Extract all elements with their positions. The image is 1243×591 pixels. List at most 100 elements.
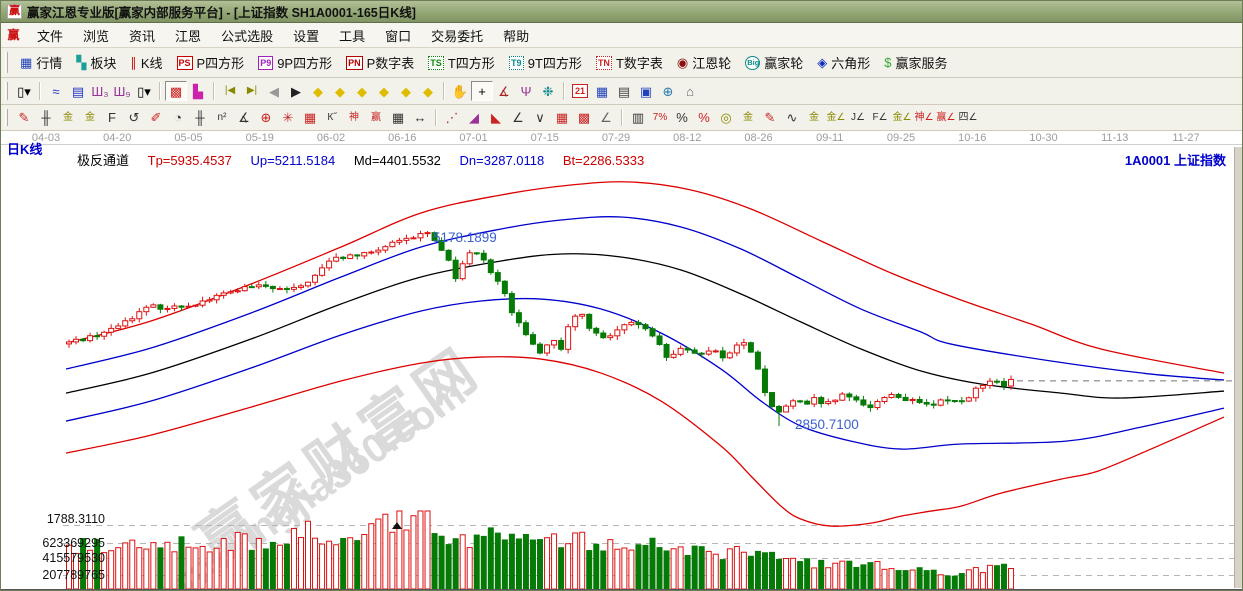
pattern-mark-button[interactable]: ▩	[165, 81, 187, 101]
gold-angle-button[interactable]: 金∠	[825, 108, 847, 128]
spiral-button[interactable]: ↺	[123, 108, 145, 128]
gold-ladder-2-button[interactable]: 金	[79, 108, 101, 128]
pencil-red-button[interactable]: ✎	[759, 108, 781, 128]
diamond-right-button[interactable]: ◆	[329, 81, 351, 101]
n-square-button[interactable]: n²	[211, 108, 233, 128]
toolbar-kline[interactable]: ∥K线	[123, 53, 169, 72]
f-ladder-button[interactable]: F	[101, 108, 123, 128]
knife-red-button[interactable]: ✐	[145, 108, 167, 128]
diamond-hsplit-button[interactable]: ◆	[351, 81, 373, 101]
toolbar-quotes[interactable]: ▦行情	[13, 53, 69, 72]
toolbar-t-table[interactable]: TNT数字表	[589, 53, 670, 72]
percent-bars-button[interactable]: ▥	[627, 108, 649, 128]
chart-area[interactable]: 赢家财富网www.yingjia360.com04-0304-2005-0505…	[1, 131, 1242, 591]
menu-trading[interactable]: 交易委托	[421, 24, 493, 47]
toolbar-p-table[interactable]: PNP数字表	[339, 53, 421, 72]
toolbar-sectors[interactable]: ▚板块	[69, 53, 123, 72]
calendar-button[interactable]: 21	[569, 81, 591, 101]
toolbar-t-square-label: T四方形	[448, 53, 495, 72]
ying-angle-button[interactable]: 赢∠	[935, 108, 957, 128]
web-sync-button[interactable]: ⊕	[657, 81, 679, 101]
ladder-button[interactable]: ╫	[35, 108, 57, 128]
ruler-ticks-button[interactable]: ╫	[189, 108, 211, 128]
menu-gann[interactable]: 江恩	[165, 24, 211, 47]
brush-red-button[interactable]: ✎	[13, 108, 35, 128]
save-button[interactable]: ▣	[635, 81, 657, 101]
remote-pc-button[interactable]: ⌂	[679, 81, 701, 101]
angle-ruler-button[interactable]: ∡	[233, 108, 255, 128]
cloud-tool-button[interactable]: ❉	[537, 81, 559, 101]
info-note-button[interactable]: ▤	[67, 81, 89, 101]
shen-angle-button[interactable]: 神∠	[913, 108, 935, 128]
angle-measure-button[interactable]: ∡	[493, 81, 515, 101]
target-red-button[interactable]: ⊕	[255, 108, 277, 128]
notepad-button[interactable]: ▤	[613, 81, 635, 101]
menu-formula-select[interactable]: 公式选股	[211, 24, 283, 47]
bars-3-button[interactable]: Ш₃	[89, 81, 111, 101]
menu-window[interactable]: 窗口	[375, 24, 421, 47]
toolbar-gann-wheel[interactable]: ◉江恩轮	[670, 53, 738, 72]
shen-grid-button[interactable]: 神	[343, 108, 365, 128]
k-quote-button[interactable]: К˝	[321, 108, 343, 128]
right-scroll-strip[interactable]	[1234, 147, 1242, 588]
menu-news[interactable]: 资讯	[119, 24, 165, 47]
fan-lines-5-button[interactable]: ∨	[529, 108, 551, 128]
next-bar-button[interactable]: ▶	[285, 81, 307, 101]
f-angle-button[interactable]: F∠	[869, 108, 891, 128]
clock-spiral-button[interactable]: ◔	[167, 108, 189, 128]
span-tool-button[interactable]: ↔	[409, 108, 431, 128]
formula-overlay-button[interactable]: ≈	[45, 81, 67, 101]
gold-line-button[interactable]: 金	[737, 108, 759, 128]
fan-lines-3-button[interactable]: ◣	[485, 108, 507, 128]
percent-slash-button[interactable]: 7%	[649, 108, 671, 128]
hollow-candle-dropdown-button[interactable]: ▯▾	[133, 81, 155, 101]
grid-red-2-button[interactable]: ▩	[573, 108, 595, 128]
four-angle-button[interactable]: 四∠	[957, 108, 979, 128]
volume-profile-button[interactable]: ▙	[187, 81, 209, 101]
first-page-button[interactable]: |◀	[219, 81, 241, 101]
diamond-compress-button[interactable]: ◆	[373, 81, 395, 101]
toolbar-hexagon[interactable]: ◈六角形	[810, 53, 877, 72]
ying-grid-button[interactable]: 赢	[365, 108, 387, 128]
chart-style-dropdown-button[interactable]: ▯▾	[13, 81, 35, 101]
target-grid-button[interactable]: ▦	[299, 108, 321, 128]
fan-lines-6-button[interactable]: ∠	[595, 108, 617, 128]
toolbar-p-square[interactable]: PSP四方形	[170, 53, 252, 72]
toolbar-9t-square[interactable]: T99T四方形	[502, 53, 589, 72]
menu-settings[interactable]: 设置	[283, 24, 329, 47]
toolbar-winner-wheel[interactable]: Big赢家轮	[738, 53, 810, 72]
wave-tool-button[interactable]: ∿	[781, 108, 803, 128]
diamond-full-button[interactable]: ◆	[417, 81, 439, 101]
grid-123-button[interactable]: ▦	[387, 108, 409, 128]
target-star-button[interactable]: ✳	[277, 108, 299, 128]
grid-red-1-button[interactable]: ▦	[551, 108, 573, 128]
menu-browse[interactable]: 浏览	[73, 24, 119, 47]
prev-bar-button[interactable]: ◀	[263, 81, 285, 101]
j-angle-button[interactable]: J∠	[847, 108, 869, 128]
fan-lines-2-button[interactable]: ◢	[463, 108, 485, 128]
toolbar-t-square[interactable]: TST四方形	[421, 53, 501, 72]
calculator-button[interactable]: ▦	[591, 81, 613, 101]
crosshair-tool-button[interactable]: +	[471, 81, 493, 101]
diamond-expand-button[interactable]: ◆	[395, 81, 417, 101]
fan-lines-1-button[interactable]: ⋰	[441, 108, 463, 128]
toolbar-winner-service[interactable]: $赢家服务	[877, 53, 954, 72]
percent-line-button[interactable]: %	[693, 108, 715, 128]
menu-tools[interactable]: 工具	[329, 24, 375, 47]
hand-tool-button[interactable]: ✋	[449, 81, 471, 101]
fan-lines-4-button[interactable]: ∠	[507, 108, 529, 128]
menu-file[interactable]: 文件	[27, 24, 73, 47]
titlebar[interactable]: 赢 赢家江恩专业版[赢家内部服务平台] - [上证指数 SH1A0001-165…	[1, 1, 1242, 23]
toolbar-p-table-label: P数字表	[367, 53, 415, 72]
percent-button[interactable]: %	[671, 108, 693, 128]
bars-9-button[interactable]: Ш₉	[111, 81, 133, 101]
gann-shape-tool-button[interactable]: Ψ	[515, 81, 537, 101]
diamond-left-button[interactable]: ◆	[307, 81, 329, 101]
gold-ladder-1-button[interactable]: 金	[57, 108, 79, 128]
menu-help[interactable]: 帮助	[493, 24, 539, 47]
gold-line-2-button[interactable]: 金	[803, 108, 825, 128]
last-page-button[interactable]: ▶|	[241, 81, 263, 101]
gold-angle-2-button[interactable]: 金∠	[891, 108, 913, 128]
toolbar-9p-square[interactable]: P99P四方形	[251, 53, 339, 72]
gann-circle-button[interactable]: ◎	[715, 108, 737, 128]
